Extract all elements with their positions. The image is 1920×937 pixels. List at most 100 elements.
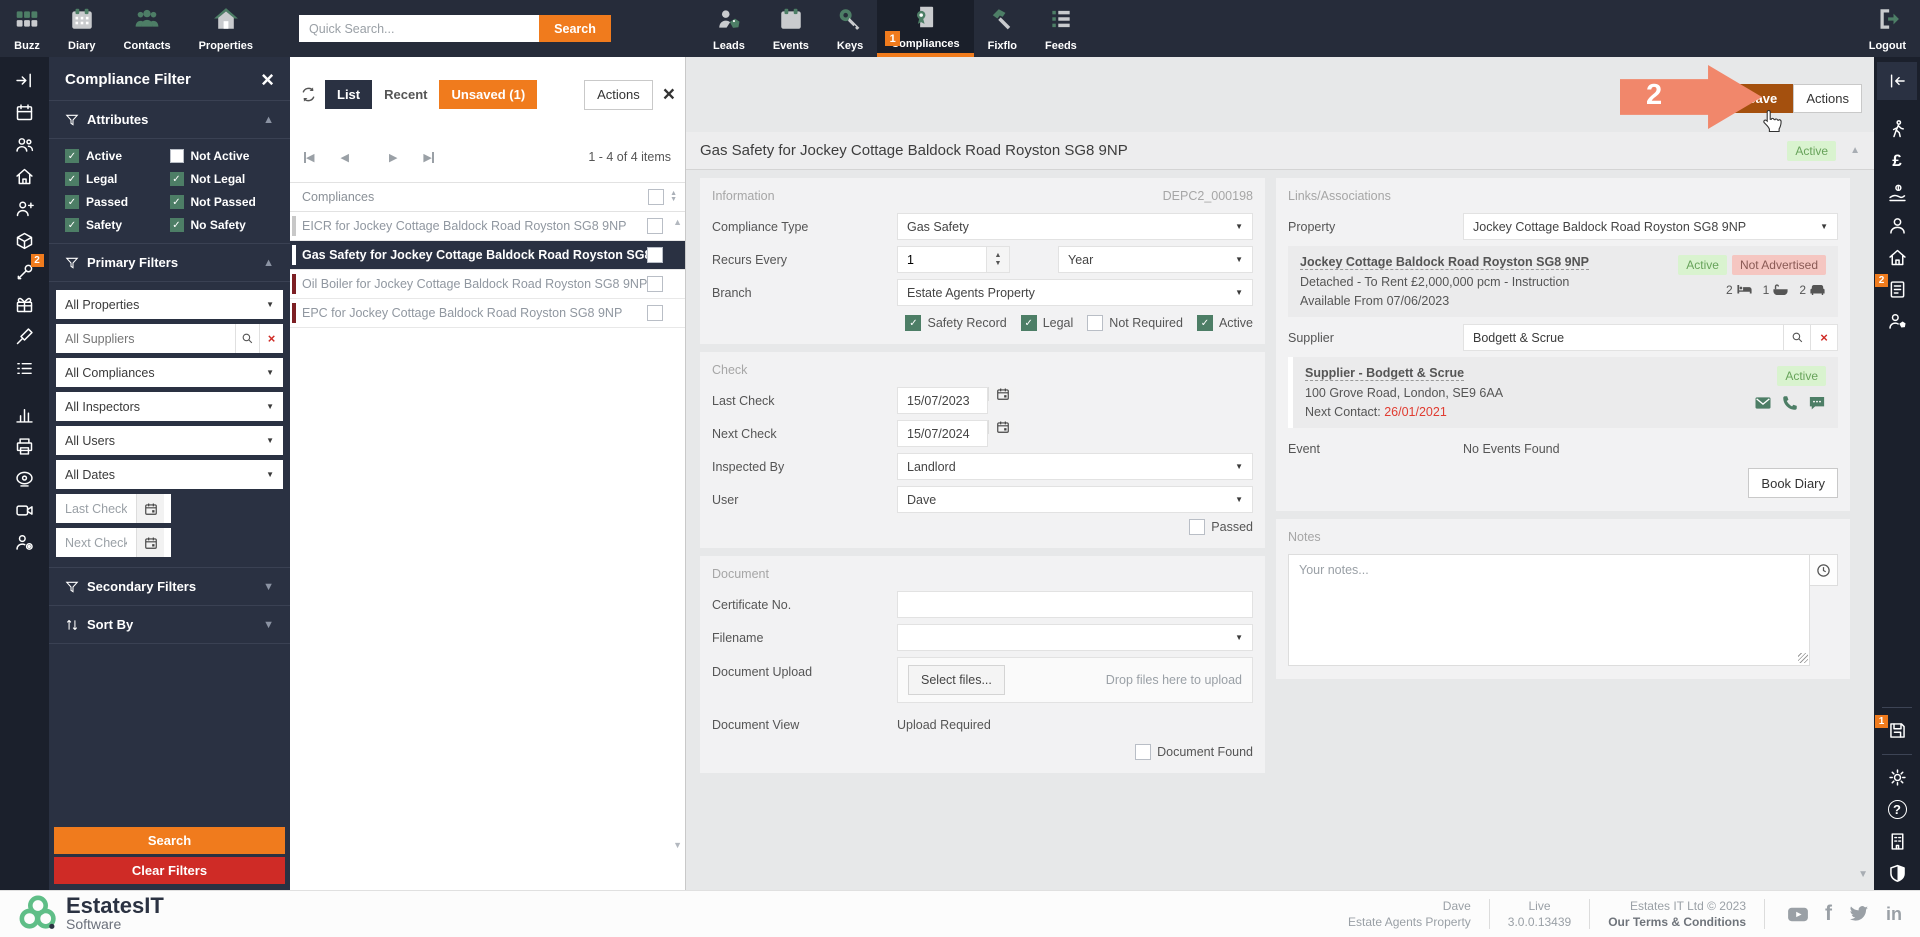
person-icon[interactable] [1880,210,1914,240]
filter-check-passed[interactable]: Passed [65,195,170,209]
list-icon[interactable] [8,353,42,383]
legal-checkbox[interactable]: Legal [1021,315,1074,331]
recurs-unit-dropdown[interactable]: Year▼ [1058,246,1253,273]
bar-chart-icon[interactable] [8,399,42,429]
first-page-icon[interactable]: ◀ [304,151,314,164]
not-required-checkbox[interactable]: Not Required [1087,315,1183,331]
tools-icon[interactable] [8,321,42,351]
all-inspectors-dropdown[interactable]: All Inspectors▼ [56,392,283,421]
select-all-checkbox[interactable] [648,189,664,205]
tab-list[interactable]: List [325,80,372,109]
sort-by-header[interactable]: Sort By ▼ [49,605,290,644]
hand-coin-icon[interactable] [1880,178,1914,208]
checkbox[interactable] [170,172,184,186]
row-checkbox[interactable] [647,276,663,292]
resize-handle[interactable] [1798,653,1808,663]
document-dropzone[interactable]: Select files... Drop files here to uploa… [897,657,1253,703]
checkbox[interactable] [65,195,79,209]
twitter-icon[interactable] [1848,905,1870,923]
suppliers-input[interactable] [56,324,235,353]
list-actions-button[interactable]: Actions [584,80,653,110]
last-check-input[interactable] [56,494,136,523]
prev-page-icon[interactable]: ◀ [340,151,348,164]
checkbox[interactable] [170,149,184,163]
shield-icon[interactable] [1880,858,1914,888]
search-icon[interactable] [235,324,259,353]
filter-check-safety[interactable]: Safety [65,218,170,232]
list-item-eicr[interactable]: EICR for Jockey Cottage Baldock Road Roy… [290,212,685,241]
pound-icon[interactable]: £ [1880,146,1914,176]
nav-keys[interactable]: Keys [823,0,877,57]
sort-arrows-icon[interactable]: ▲▼ [670,191,677,203]
number-spinner[interactable]: ▲▼ [987,246,1010,273]
all-compliances-dropdown[interactable]: All Compliances▼ [56,358,283,387]
printer-icon[interactable] [8,431,42,461]
notes-textarea[interactable] [1288,554,1810,666]
collapse-panel-icon[interactable] [1877,62,1917,100]
tab-recent[interactable]: Recent [372,80,439,109]
checkbox[interactable] [65,218,79,232]
attributes-section-header[interactable]: Attributes ▲ [49,100,290,139]
passed-checkbox[interactable]: Passed [1189,519,1253,535]
filter-close-icon[interactable]: × [261,72,274,88]
supplier-link[interactable]: Supplier - Bodgett & Scrue [1305,366,1464,381]
linkedin-icon[interactable]: in [1886,904,1902,925]
timestamp-clock-icon[interactable] [1810,554,1838,586]
video-camera-icon[interactable] [8,495,42,525]
filter-check-active[interactable]: Active [65,149,170,163]
nav-leads[interactable]: Leads [699,0,759,57]
filename-dropdown[interactable]: ▼ [897,624,1253,651]
detail-actions-button[interactable]: Actions [1793,84,1862,113]
checkbox[interactable] [65,149,79,163]
person-gear-icon[interactable] [8,527,42,557]
quick-search-button[interactable]: Search [539,15,611,42]
checkbox[interactable] [170,218,184,232]
nav-feeds[interactable]: Feeds [1031,0,1091,57]
diary-calendar-icon[interactable] [8,97,42,127]
branch-dropdown[interactable]: Estate Agents Property▼ [897,279,1253,306]
properties-home-icon[interactable] [8,161,42,191]
filter-check-not-legal[interactable]: Not Legal [170,172,275,186]
all-users-dropdown[interactable]: All Users▼ [56,426,283,455]
clear-icon[interactable]: × [259,324,283,353]
next-check-input[interactable] [56,528,136,557]
filter-check-not-passed[interactable]: Not Passed [170,195,275,209]
list-scroll-up-icon[interactable]: ▲ [673,217,682,227]
book-diary-button[interactable]: Book Diary [1748,468,1838,498]
phone-icon[interactable] [1781,394,1799,412]
compliance-type-dropdown[interactable]: Gas Safety▼ [897,213,1253,240]
filter-check-legal[interactable]: Legal [65,172,170,186]
facebook-icon[interactable]: f [1825,902,1832,926]
document-found-checkbox[interactable]: Document Found [1135,744,1253,760]
calendar-icon[interactable] [988,387,1016,401]
nav-logout[interactable]: Logout [1855,0,1920,57]
filter-check-no-safety[interactable]: No Safety [170,218,275,232]
nav-events[interactable]: Events [759,0,823,57]
checkbox[interactable] [65,172,79,186]
archive-box-icon[interactable] [8,225,42,255]
quick-search-input[interactable] [299,15,539,42]
help-icon[interactable]: ? [1880,794,1914,824]
expand-panel-icon[interactable] [8,65,42,95]
home-icon[interactable] [1880,242,1914,272]
person-tag-icon[interactable] [1880,306,1914,336]
list-item-epc[interactable]: EPC for Jockey Cottage Baldock Road Roys… [290,299,685,328]
sms-icon[interactable] [1808,394,1826,412]
list-scroll-down-icon[interactable]: ▼ [673,840,682,850]
property-dropdown[interactable]: Jockey Cottage Baldock Road Royston SG8 … [1463,213,1838,240]
last-page-icon[interactable]: ▶ [423,151,433,164]
walking-person-icon[interactable] [1880,114,1914,144]
calendar-icon[interactable] [136,528,164,557]
filter-search-button[interactable]: Search [54,827,285,854]
user-dropdown[interactable]: Dave▼ [897,486,1253,513]
building-icon[interactable] [1880,826,1914,856]
safety-record-checkbox[interactable]: Safety Record [905,315,1006,331]
email-icon[interactable] [1754,394,1772,412]
select-files-button[interactable]: Select files... [908,665,1005,695]
clear-icon[interactable]: × [1810,325,1837,350]
nav-properties[interactable]: Properties [185,0,267,57]
list-close-icon[interactable]: × [663,83,675,107]
documents-icon[interactable]: 2 [1880,274,1914,304]
next-page-icon[interactable]: ▶ [389,151,397,164]
webcam-icon[interactable] [8,463,42,493]
